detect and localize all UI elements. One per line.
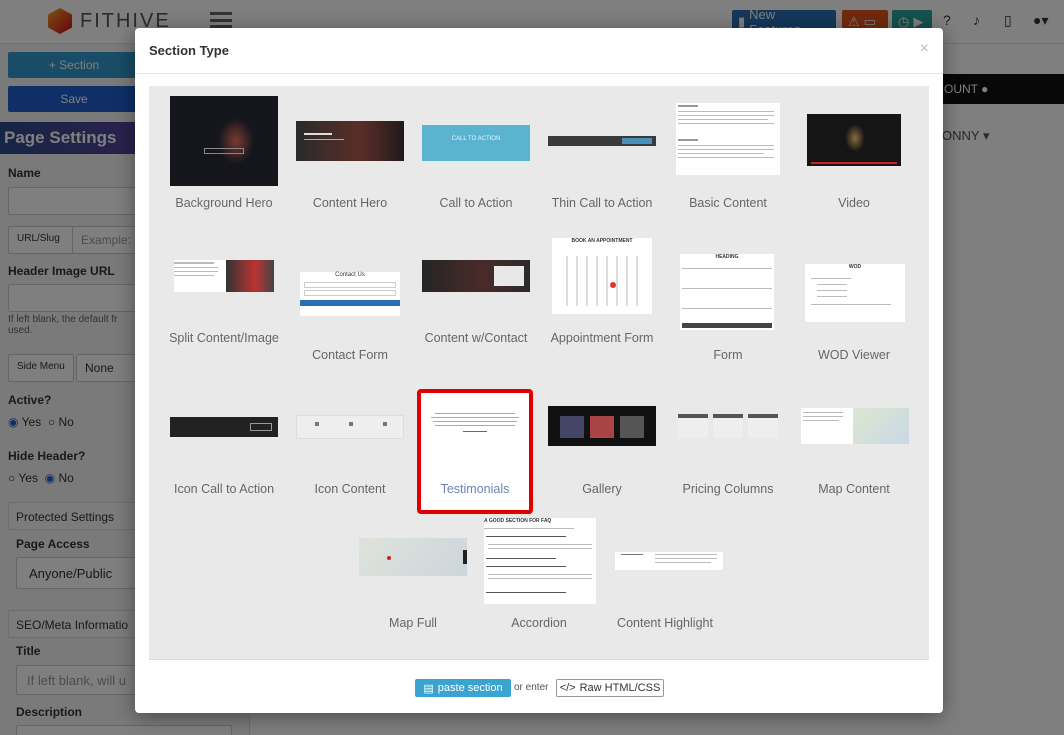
section-video[interactable]: Video	[794, 195, 914, 212]
section-icon-call-to-action[interactable]: Icon Call to Action	[164, 481, 284, 498]
modal-title: Section Type	[149, 43, 229, 58]
code-icon: </>	[559, 682, 576, 694]
section-map-full[interactable]: Map Full	[353, 615, 473, 632]
section-content-with-contact[interactable]: Content w/Contact	[416, 330, 536, 347]
clipboard-icon: ▤	[423, 682, 434, 695]
section-form[interactable]: Form	[668, 347, 788, 364]
thumb-content-highlight[interactable]	[615, 552, 723, 570]
thumb-thin-call-to-action[interactable]	[548, 136, 656, 146]
section-accordion[interactable]: Accordion	[479, 615, 599, 632]
section-content-hero[interactable]: Content Hero	[290, 195, 410, 212]
thumb-form[interactable]: HEADING	[680, 254, 774, 330]
section-gallery[interactable]: Gallery	[542, 481, 662, 498]
thumb-call-to-action[interactable]: CALL TO ACTION	[422, 125, 530, 161]
section-contact-form[interactable]: Contact Form	[290, 347, 410, 364]
thumb-contact-form[interactable]: Contact Us	[300, 272, 400, 316]
thumb-background-hero[interactable]	[170, 96, 278, 186]
section-wod-viewer[interactable]: WOD Viewer	[794, 347, 914, 364]
section-call-to-action[interactable]: Call to Action	[416, 195, 536, 212]
thumb-split-content-image[interactable]	[174, 260, 274, 292]
thumb-appointment-form[interactable]: BOOK AN APPOINTMENT	[552, 238, 652, 314]
thumb-icon-content[interactable]	[296, 415, 404, 439]
thumb-content-hero[interactable]	[296, 121, 404, 161]
thumb-basic-content[interactable]	[676, 103, 780, 175]
modal-divider	[135, 73, 943, 74]
or-enter-text: or enter	[514, 682, 549, 693]
section-appointment-form[interactable]: Appointment Form	[542, 330, 662, 347]
section-pricing-columns[interactable]: Pricing Columns	[668, 481, 788, 498]
thumb-map-full[interactable]	[359, 538, 467, 576]
thumb-accordion[interactable]: A GOOD SECTION FOR FAQ	[484, 518, 596, 604]
thumb-map-content[interactable]	[801, 408, 909, 444]
thumb-icon-call-to-action[interactable]	[170, 417, 278, 437]
raw-html-css-button[interactable]: </> Raw HTML/CSS	[556, 679, 664, 697]
section-map-content[interactable]: Map Content	[794, 481, 914, 498]
section-testimonials-selected[interactable]: Testimonials	[417, 389, 533, 514]
thumb-pricing-columns[interactable]	[676, 414, 780, 440]
thumb-content-with-contact[interactable]	[422, 260, 530, 292]
thumb-gallery[interactable]	[548, 406, 656, 446]
section-basic-content[interactable]: Basic Content	[668, 195, 788, 212]
thumb-video[interactable]	[807, 114, 901, 166]
section-icon-content[interactable]: Icon Content	[290, 481, 410, 498]
footer-divider	[149, 659, 929, 660]
paste-section-button[interactable]: ▤ paste section	[415, 679, 511, 697]
section-background-hero[interactable]: Background Hero	[164, 195, 284, 212]
thumb-wod-viewer[interactable]: WOD	[805, 264, 905, 322]
section-content-highlight[interactable]: Content Highlight	[605, 615, 725, 632]
section-type-modal: Section Type × Background Hero Content H…	[135, 28, 943, 713]
section-split-content-image[interactable]: Split Content/Image	[164, 330, 284, 347]
close-icon[interactable]: ×	[920, 40, 929, 58]
testimonials-label: Testimonials	[440, 482, 510, 496]
section-thin-call-to-action[interactable]: Thin Call to Action	[542, 195, 662, 212]
